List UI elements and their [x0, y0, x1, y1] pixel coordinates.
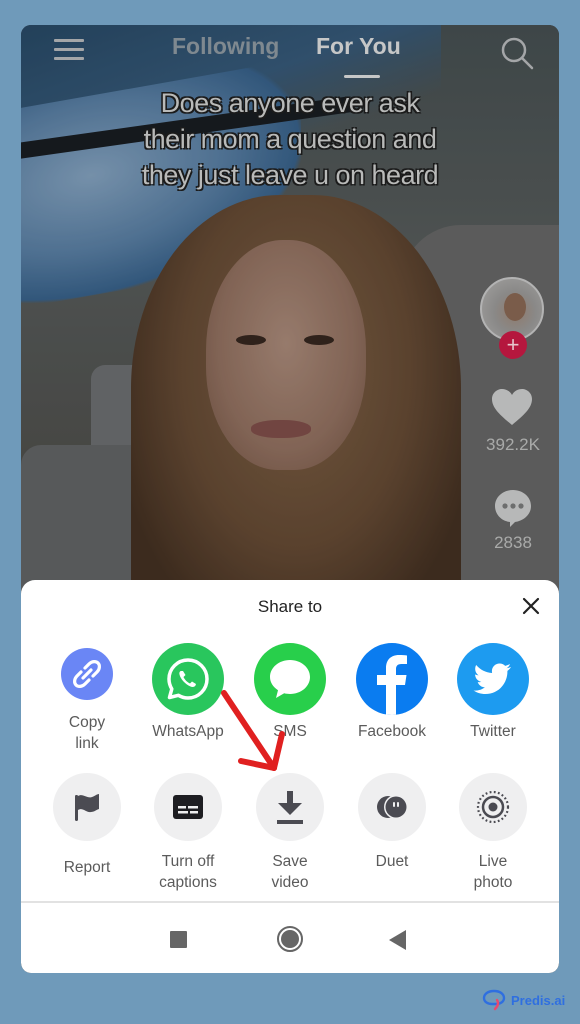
caption-line: they just leave u on heard: [141, 160, 439, 190]
share-label-line: link: [75, 735, 99, 752]
action-label-line: captions: [159, 874, 217, 891]
back-triangle-icon[interactable]: [389, 930, 406, 950]
share-whatsapp-button[interactable]: WhatsApp: [143, 643, 233, 742]
share-copy-link-button[interactable]: Copy link: [42, 638, 132, 754]
share-sms-button[interactable]: SMS: [245, 643, 335, 742]
flag-icon: [53, 773, 121, 841]
action-label: Report: [42, 857, 132, 878]
share-label-line: Facebook: [357, 723, 427, 740]
share-label: SMS: [245, 721, 335, 742]
active-tab-indicator: [344, 75, 380, 78]
heart-icon[interactable]: [490, 387, 534, 427]
action-label: Turn off captions: [143, 851, 233, 893]
sheet-divider: [21, 901, 559, 903]
search-icon[interactable]: [499, 35, 535, 71]
action-label-line: Turn off: [161, 853, 215, 870]
comment-count: 2838: [494, 533, 532, 552]
share-label: Facebook: [347, 721, 437, 742]
share-label-line: WhatsApp: [152, 723, 224, 740]
avatar-photo: [504, 293, 526, 321]
facebook-icon: [356, 643, 428, 715]
turn-off-captions-button[interactable]: Turn off captions: [143, 773, 233, 893]
duet-button[interactable]: Duet: [347, 773, 437, 872]
action-label-line: Report: [63, 859, 111, 876]
save-video-button[interactable]: Save video: [245, 773, 335, 893]
home-circle-icon[interactable]: [277, 926, 303, 952]
whatsapp-icon: [152, 643, 224, 715]
caption-line: Does anyone ever ask: [160, 88, 420, 118]
share-twitter-button[interactable]: Twitter: [448, 643, 538, 742]
action-label: Live photo: [448, 851, 538, 893]
report-button[interactable]: Report: [42, 773, 132, 878]
share-sheet-title: Share to: [257, 597, 323, 616]
download-icon: [256, 773, 324, 841]
twitter-bird-icon: [457, 643, 529, 715]
share-label-line: Copy: [68, 714, 106, 731]
recents-square-icon[interactable]: [170, 931, 187, 948]
like-count: 392.2K: [486, 435, 540, 454]
live-photo-button[interactable]: Live photo: [448, 773, 538, 893]
share-facebook-button[interactable]: Facebook: [347, 643, 437, 742]
comment-bubble-icon[interactable]: [492, 487, 534, 529]
tab-following[interactable]: Following: [172, 33, 279, 60]
action-label-line: Live: [478, 853, 508, 870]
action-label-line: video: [271, 874, 309, 891]
share-sheet: Share to Copy link WhatsApp SMS Facebook…: [21, 580, 559, 973]
action-label-line: Duet: [375, 853, 409, 870]
captions-icon: [154, 773, 222, 841]
action-label-line: photo: [473, 874, 513, 891]
phone-screen: Following For You Does anyone ever ask t…: [21, 25, 559, 973]
caption-line: their mom a question and: [143, 124, 437, 154]
top-nav: Following For You: [21, 25, 559, 85]
brand-name: Predis.ai: [511, 992, 566, 1008]
share-label: Copy link: [42, 712, 132, 754]
share-label-line: Twitter: [470, 723, 516, 740]
video-player[interactable]: Following For You Does anyone ever ask t…: [21, 25, 559, 605]
predis-logo-icon: [482, 989, 506, 1011]
action-label: Save video: [245, 851, 335, 893]
hamburger-menu-icon[interactable]: [54, 39, 84, 61]
watermark: Predis.ai: [481, 988, 565, 1012]
video-caption: Does anyone ever ask their mom a questio…: [21, 85, 559, 193]
action-label: Duet: [347, 851, 437, 872]
close-icon[interactable]: [519, 594, 543, 618]
share-label: Twitter: [448, 721, 538, 742]
share-label: WhatsApp: [143, 721, 233, 742]
live-photo-icon: [459, 773, 527, 841]
duet-icon: [358, 773, 426, 841]
follow-button[interactable]: +: [499, 331, 527, 359]
share-label-line: SMS: [273, 723, 307, 740]
action-label-line: Save: [272, 853, 308, 870]
tab-for-you[interactable]: For You: [316, 33, 401, 60]
link-icon: [61, 648, 113, 700]
sms-bubble-icon: [254, 643, 326, 715]
